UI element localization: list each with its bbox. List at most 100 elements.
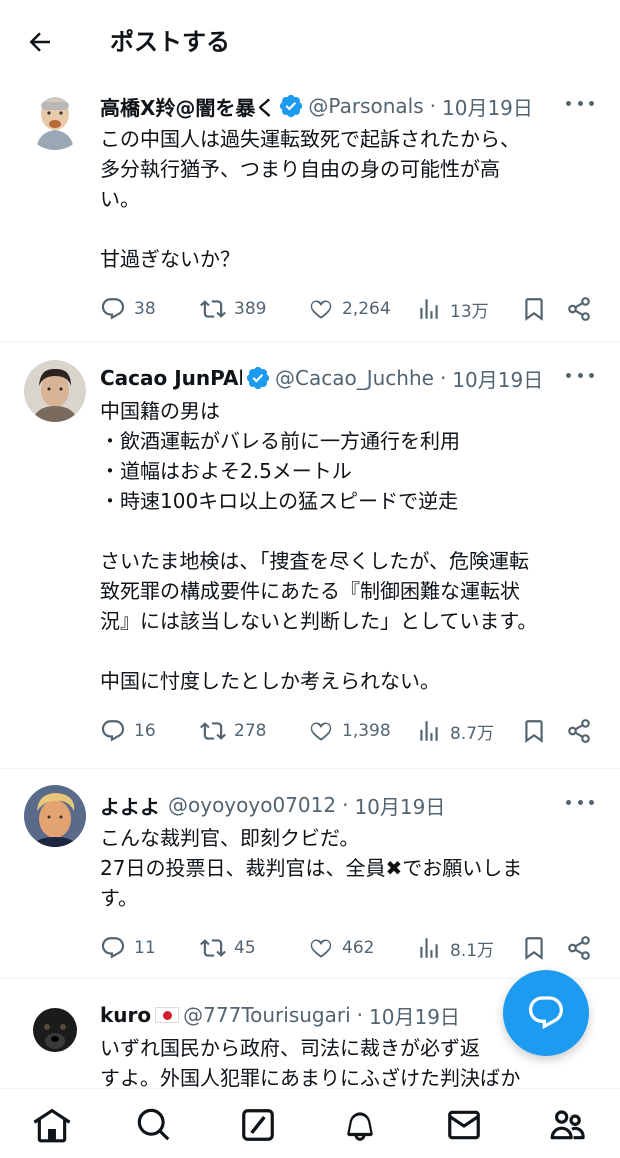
post-text-part: こんな裁判官、即刻クビだ。 27日の投票日、裁判官は、全員	[100, 826, 386, 880]
avatar[interactable]	[24, 997, 86, 1059]
separator-dot: ·	[429, 94, 436, 118]
more-options-icon[interactable]	[566, 797, 594, 807]
author-name[interactable]: よよよ	[100, 791, 160, 820]
share-button[interactable]	[566, 935, 592, 961]
repost-button[interactable]: 278	[200, 718, 266, 744]
repost-icon	[200, 939, 226, 957]
author-handle[interactable]: @Parsonals	[308, 94, 423, 118]
avatar[interactable]	[24, 88, 86, 150]
action-bar: 16 278 1,398 8.7万	[100, 700, 596, 766]
reply-button[interactable]: 16	[100, 718, 156, 744]
view-count: 13万	[450, 301, 489, 322]
tab-grok[interactable]	[238, 1105, 278, 1145]
cross-mark-emoji: ✖	[385, 856, 403, 880]
verified-badge-icon	[246, 366, 270, 390]
like-button[interactable]: 1,398	[308, 718, 391, 744]
avatar[interactable]	[24, 360, 86, 422]
heart-icon	[310, 722, 332, 741]
post-item[interactable]: 高橋X羚@闇を暴く @Parsonals · 10月19日 この中国人は過失運転…	[0, 76, 620, 342]
tab-search[interactable]	[134, 1105, 174, 1145]
author-name[interactable]: 高橋X羚@闇を暴く	[100, 92, 275, 121]
repost-icon	[200, 300, 226, 318]
more-options-icon[interactable]	[566, 370, 594, 380]
reply-bubble-icon	[101, 298, 125, 320]
reply-feed: 高橋X羚@闇を暴く @Parsonals · 10月19日 この中国人は過失運転…	[0, 76, 620, 1099]
analytics-bars-icon	[420, 721, 438, 741]
bell-icon	[347, 1112, 373, 1141]
like-button[interactable]: 462	[308, 935, 374, 961]
analytics-bars-icon	[420, 299, 438, 319]
separator-dot: ·	[439, 366, 447, 390]
post-date[interactable]: 10月19日	[452, 364, 543, 393]
communities-icon	[550, 1110, 585, 1140]
repost-button[interactable]: 45	[200, 935, 256, 961]
post-text: 中国籍の男は ・飲酒運転がバレる前に一方通行を利用 ・道幅はおよそ2.5メートル…	[100, 399, 538, 693]
author-handle[interactable]: @Cacao_Juchhe	[275, 366, 434, 390]
share-icon	[568, 719, 590, 743]
views-button[interactable]: 13万	[416, 296, 489, 322]
post-date[interactable]: 10月19日	[354, 791, 445, 820]
reply-count: 38	[134, 299, 156, 319]
author-handle[interactable]: @oyoyoyo07012	[168, 793, 336, 817]
tab-home[interactable]	[32, 1105, 72, 1145]
bottom-nav	[0, 1088, 620, 1158]
heart-icon	[310, 300, 332, 319]
home-icon	[33, 1108, 71, 1143]
tab-notifications[interactable]	[340, 1105, 380, 1145]
post-item[interactable]: よよよ @oyoyoyo07012 · 10月19日 こんな裁判官、即刻クビだ。…	[0, 769, 620, 979]
author-name[interactable]: kuro	[100, 1003, 151, 1027]
more-options-icon[interactable]	[566, 98, 594, 108]
tab-communities[interactable]	[548, 1105, 588, 1145]
post-text: この中国人は過失運転致死で起訴されたから、 多分執行猶予、つまり自由の身の可能性…	[100, 127, 520, 271]
analytics-bars-icon	[420, 938, 438, 958]
separator-dot: ·	[342, 793, 349, 817]
like-count: 1,398	[342, 721, 391, 741]
post-text: こんな裁判官、即刻クビだ。 27日の投票日、裁判官は、全員✖でお願いしま す。	[100, 823, 596, 913]
post-date[interactable]: 10月19日	[442, 92, 533, 121]
share-button[interactable]	[566, 718, 592, 744]
page-title: ポストする	[110, 28, 230, 56]
repost-icon	[200, 722, 226, 740]
post-date[interactable]: 10月19日	[369, 1001, 460, 1030]
bookmark-icon	[525, 937, 543, 960]
views-button[interactable]: 8.1万	[416, 935, 494, 961]
verified-badge-icon	[280, 94, 303, 118]
author-name[interactable]: Cacao JunPAk	[100, 366, 242, 390]
compose-reply-button[interactable]	[503, 970, 589, 1056]
author-handle[interactable]: @777Tourisugari	[183, 1003, 351, 1027]
grok-slash-icon	[242, 1109, 274, 1141]
bookmark-button[interactable]	[521, 296, 547, 322]
back-arrow-icon[interactable]	[22, 24, 58, 60]
tab-messages[interactable]	[444, 1105, 484, 1145]
view-count: 8.1万	[450, 940, 495, 961]
reply-button[interactable]: 11	[100, 935, 156, 961]
bookmark-icon	[525, 298, 543, 321]
mail-icon	[448, 1110, 480, 1140]
bookmark-icon	[525, 720, 543, 743]
compose-reply-icon	[528, 996, 564, 1030]
like-count: 2,264	[342, 299, 391, 319]
repost-count: 278	[234, 721, 267, 741]
bookmark-button[interactable]	[521, 935, 547, 961]
avatar[interactable]	[24, 785, 86, 847]
like-button[interactable]: 2,264	[308, 296, 391, 322]
action-bar: 11 45 462 8.1万	[100, 917, 596, 983]
reply-button[interactable]: 38	[100, 296, 156, 322]
repost-button[interactable]: 389	[200, 296, 266, 322]
reply-bubble-icon	[101, 937, 125, 959]
post-item[interactable]: Cacao JunPAk @Cacao_Juchhe · 10月19日 中国籍の…	[0, 342, 620, 769]
heart-icon	[310, 939, 332, 958]
repost-count: 45	[234, 938, 256, 958]
japan-flag-icon	[155, 1007, 180, 1023]
bookmark-button[interactable]	[521, 718, 547, 744]
action-bar: 38 389 2,264 13万	[100, 278, 596, 344]
view-count: 8.7万	[450, 723, 495, 744]
reply-count: 11	[134, 938, 156, 958]
share-icon	[568, 297, 590, 321]
reply-bubble-icon	[101, 720, 125, 742]
share-button[interactable]	[566, 296, 592, 322]
search-icon	[137, 1108, 170, 1141]
views-button[interactable]: 8.7万	[416, 718, 494, 744]
like-count: 462	[342, 938, 375, 958]
repost-count: 389	[234, 299, 267, 319]
